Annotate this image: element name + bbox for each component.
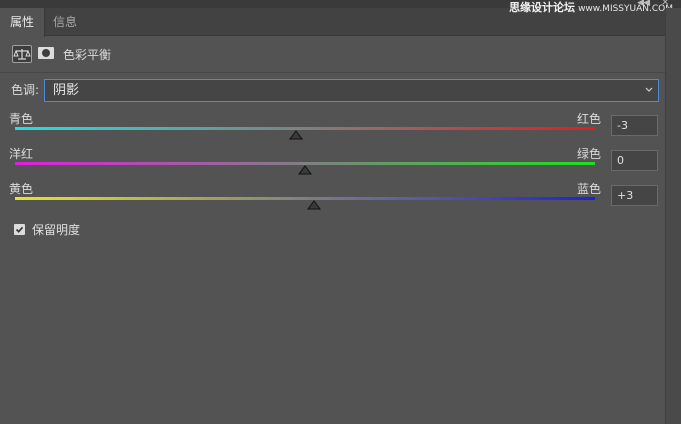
- tab-info-label: 信息: [53, 15, 78, 29]
- watermark-url: www.MISSYUAN.COM: [578, 4, 673, 14]
- adjustment-title: 色彩平衡: [63, 48, 112, 62]
- tab-properties[interactable]: 属性: [0, 8, 46, 37]
- slider-yellow-blue-thumb[interactable]: [306, 200, 321, 210]
- slider-green-label: 绿色: [577, 147, 602, 161]
- slider-magenta-green-thumb[interactable]: [298, 165, 312, 175]
- tone-dropdown[interactable]: 阴影: [44, 79, 659, 102]
- tone-label: 色调:: [11, 83, 40, 97]
- slider-magenta-green-value[interactable]: 0: [611, 150, 658, 171]
- slider-yellow-blue-track[interactable]: [15, 197, 595, 200]
- tab-info[interactable]: 信息: [43, 8, 87, 36]
- watermark: 思缘设计论坛 www.MISSYUAN.COM: [509, 0, 673, 15]
- checkmark-icon: [15, 226, 24, 233]
- balance-scale-icon[interactable]: [12, 45, 32, 63]
- slider-magenta-label: 洋红: [9, 147, 34, 161]
- preserve-luminosity-checkbox[interactable]: [14, 224, 25, 235]
- vertical-scrollbar[interactable]: [665, 8, 681, 424]
- slider-red-label: 红色: [577, 112, 602, 126]
- adjustment-header: 色彩平衡: [0, 37, 665, 73]
- tone-dropdown-value: 阴影: [53, 83, 80, 98]
- tab-properties-label: 属性: [10, 15, 35, 29]
- slider-cyan-red-thumb[interactable]: [289, 130, 304, 140]
- slider-cyan-label: 青色: [9, 112, 34, 126]
- slider-cyan-red-value[interactable]: -3: [611, 115, 658, 136]
- mask-icon[interactable]: [37, 45, 57, 63]
- watermark-text: 思缘设计论坛: [509, 1, 576, 14]
- slider-yellow-blue-value[interactable]: +3: [611, 185, 658, 206]
- slider-blue-label: 蓝色: [577, 182, 602, 196]
- slider-yellow-label: 黄色: [9, 182, 34, 196]
- preserve-luminosity-label: 保留明度: [32, 223, 81, 237]
- slider-cyan-red-track[interactable]: [15, 127, 595, 130]
- chevron-down-icon: [644, 80, 654, 101]
